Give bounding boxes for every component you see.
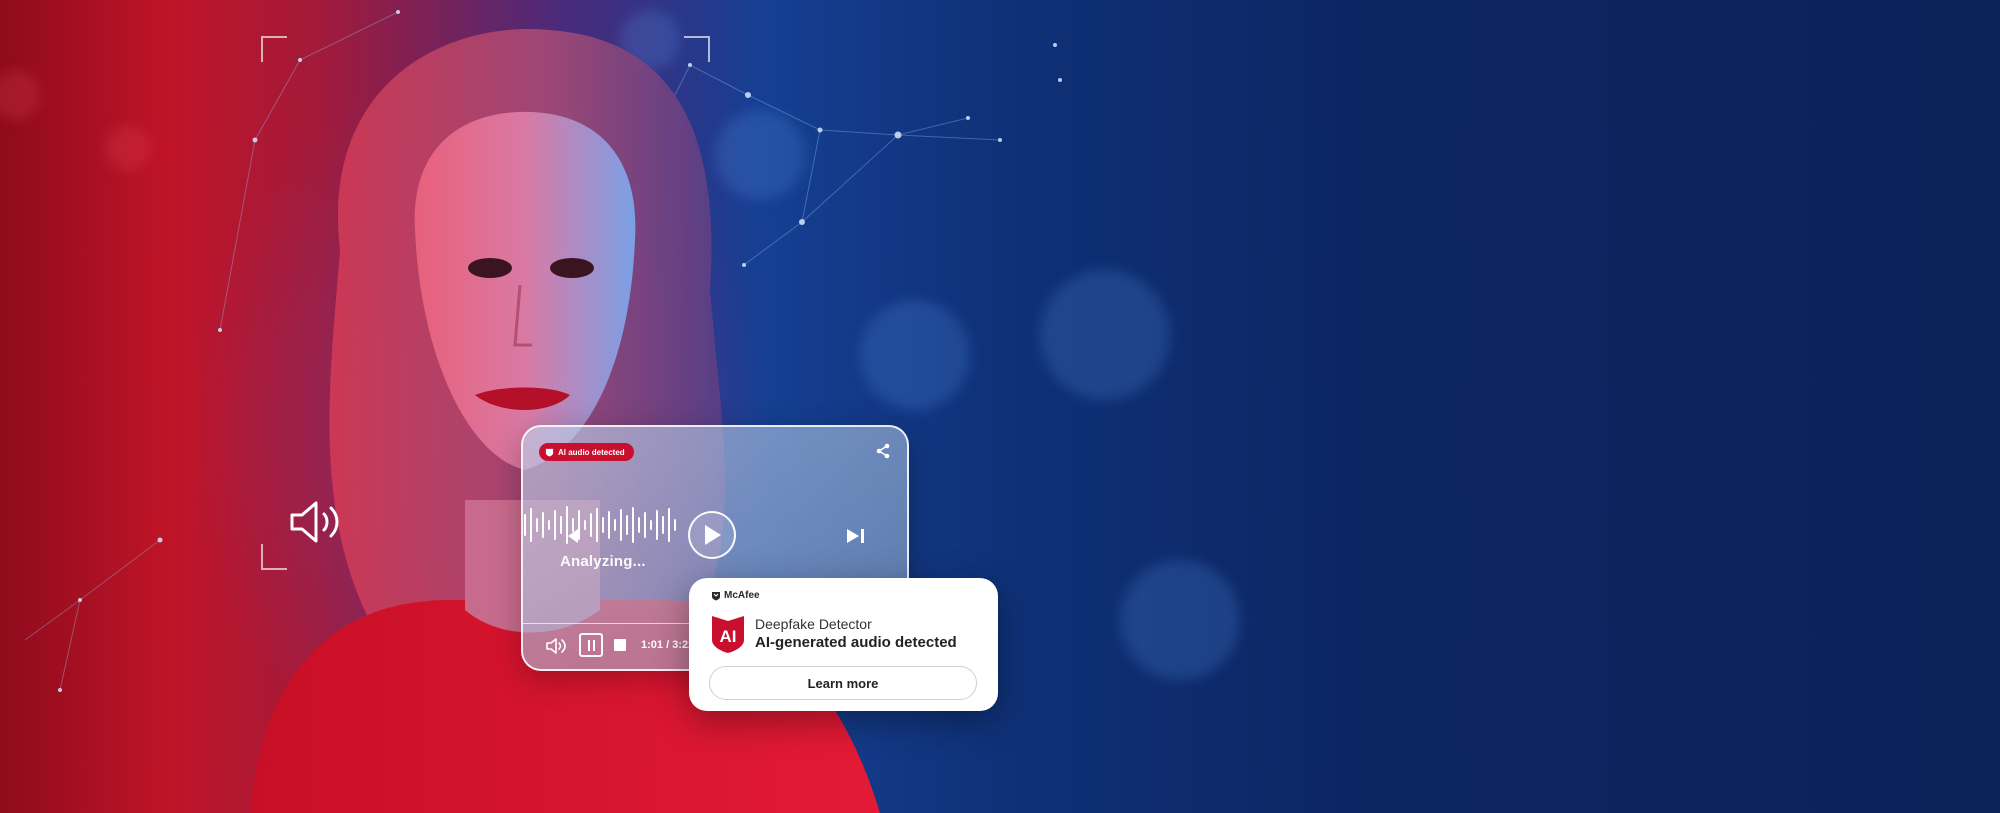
mcafee-shield-icon — [545, 448, 554, 457]
learn-more-button[interactable]: Learn more — [709, 666, 977, 700]
deepfake-detector-card: McAfee AI Deepfake Detector AI-generated… — [689, 578, 998, 711]
focus-frame-corner — [261, 36, 287, 62]
focus-frame-corner — [261, 544, 287, 570]
play-button[interactable] — [688, 511, 736, 559]
play-icon — [705, 525, 721, 545]
badge-label: AI audio detected — [558, 447, 625, 457]
pause-icon — [587, 639, 590, 651]
focus-frame-corner — [684, 36, 710, 62]
ai-audio-badge: AI audio detected — [539, 443, 634, 461]
brand: McAfee — [711, 590, 760, 601]
playback-time: 1:01 / 3:22 — [641, 639, 695, 651]
skip-forward-icon[interactable] — [845, 527, 867, 545]
waveform-icon — [524, 506, 676, 544]
share-icon[interactable] — [875, 443, 891, 459]
ai-shield-icon: AI — [712, 616, 744, 653]
ai-logo-text: AI — [720, 627, 737, 646]
brand-name: McAfee — [724, 590, 760, 601]
pause-icon — [592, 639, 595, 651]
card-subtitle: AI-generated audio detected — [755, 634, 957, 651]
pause-button[interactable] — [579, 633, 603, 657]
volume-icon[interactable] — [545, 637, 567, 655]
card-title: Deepfake Detector — [755, 616, 872, 632]
analyzing-status: Analyzing... — [560, 553, 646, 570]
hero-banner — [0, 0, 2000, 813]
mcafee-shield-icon — [712, 591, 720, 600]
speaker-icon — [290, 501, 339, 543]
stop-button[interactable] — [614, 639, 626, 651]
skip-back-icon[interactable] — [563, 527, 581, 545]
